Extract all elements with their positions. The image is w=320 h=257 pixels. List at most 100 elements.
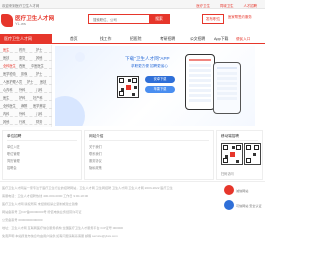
search-input[interactable]: [93, 16, 153, 23]
category-menu-button[interactable]: 医疗卫生人才网: [0, 34, 52, 44]
sidebar-link[interactable]: 行政: [19, 119, 25, 124]
logo-url: YL.ws: [15, 21, 26, 26]
sidebar-link[interactable]: 儿科: [36, 111, 42, 116]
search-button[interactable]: 搜索: [149, 15, 169, 24]
sidebar-link[interactable]: 西医: [19, 63, 25, 68]
sidebar-link[interactable]: 医学检验: [3, 71, 16, 76]
sidebar-row: 全科医生 麻醉 医学美容: [0, 101, 52, 109]
section-link[interactable]: 单位入驻: [7, 144, 20, 149]
top-link-3[interactable]: 人才招聘: [243, 4, 257, 8]
sidebar-link[interactable]: 全科医生: [3, 63, 16, 68]
sidebar-link[interactable]: 外科: [19, 111, 25, 116]
header-link[interactable]: 医家帮签约服务: [228, 15, 262, 19]
trust-badge-icon[interactable]: [224, 185, 234, 195]
mobile-qr-code-2: [244, 143, 261, 165]
sidebar-link[interactable]: 外科: [19, 87, 25, 92]
decor-circle: [75, 52, 85, 62]
sidebar-link[interactable]: 内科: [3, 111, 9, 116]
section-link[interactable]: 职位管理: [7, 151, 20, 156]
footer-line: 地址：卫生人才网 互联网医疗信息服务机构 全国医疗卫生人才服务平台 ICP证号 …: [2, 226, 124, 230]
sidebar-link[interactable]: 妇产科: [33, 95, 43, 100]
section-link[interactable]: 隐私政策: [89, 165, 102, 170]
mobile-section: 移动端招聘 扫码访问: [216, 130, 263, 180]
nav-item-exam[interactable]: 考研招聘: [160, 34, 175, 44]
sidebar-link[interactable]: 护士: [27, 79, 33, 84]
post-job-button[interactable]: 发布职位: [202, 14, 224, 24]
sidebar-row: 心内科 外科 儿科: [0, 85, 52, 93]
app-download-banner[interactable]: 下载"卫生人才网"APP 求职更方便 招聘更省心 安卓下载 苹果下载: [55, 46, 255, 126]
section-link[interactable]: 简历管理: [7, 158, 20, 163]
sidebar-link[interactable]: 其他: [36, 55, 42, 60]
mobile-qr-code: [221, 143, 243, 165]
sidebar-row: 全科医生 西医 中医医生: [0, 61, 52, 69]
verified-badge-icon[interactable]: [224, 200, 234, 210]
phone-mockup-2: [213, 62, 241, 114]
sidebar-row: 人医护理人员 护士 医技: [0, 77, 52, 85]
sidebar-link[interactable]: 财务: [36, 119, 42, 124]
sidebar-link[interactable]: 康复: [19, 55, 25, 60]
app-qr-code: [117, 76, 139, 98]
section-link[interactable]: 联系我们: [89, 151, 102, 156]
sidebar-link[interactable]: 护士: [36, 71, 42, 76]
android-download-button[interactable]: 安卓下载: [145, 76, 175, 83]
top-link-1[interactable]: 医疗卫生: [196, 4, 210, 8]
footer-line: 医疗卫生人才网是一家专注于医疗卫生行业的招聘网站，卫生人才网 卫生网招聘 卫生人…: [2, 186, 173, 190]
nav-item-home[interactable]: 首页: [70, 34, 78, 44]
banner-title: 下载"卫生人才网"APP: [125, 56, 170, 61]
sidebar-row: 医学检验 影像 护士: [0, 69, 52, 77]
sidebar-link[interactable]: 儿科: [36, 87, 42, 92]
category-sidebar: 医生 药剂 护士 医技 康复 其他 全科医生 西医 中医医生 医学检验 影像 护…: [0, 45, 52, 127]
footer: 医疗卫生人才网是一家专注于医疗卫生行业的招聘网站，卫生人才网 卫生网招聘 卫生人…: [0, 182, 265, 257]
top-link-2[interactable]: 同城卫生: [220, 4, 234, 8]
section-link: 扫码访问: [221, 172, 234, 176]
section-title: 网站介绍: [89, 134, 104, 138]
sidebar-link[interactable]: 医技: [3, 55, 9, 60]
sidebar-link[interactable]: 麻醉: [21, 103, 27, 108]
footer-line: 网站备案号 卫ICP备00000000号 增值电信业务经营许可证: [2, 210, 82, 214]
section-link[interactable]: 关于我们: [89, 144, 102, 149]
phone-mockup: [185, 54, 215, 110]
sidebar-link[interactable]: 医学美容: [33, 103, 46, 108]
sidebar-link[interactable]: 其他: [3, 119, 9, 124]
sidebar-row: 内科 外科 儿科: [0, 109, 52, 117]
trust-badge-label: 诚信网站: [236, 189, 249, 193]
sidebar-link[interactable]: 中医医生: [31, 63, 44, 68]
footer-line: 公安备案号 00000000000000: [2, 218, 43, 222]
sidebar-link[interactable]: 医生: [3, 95, 9, 100]
sidebar-link[interactable]: 护士: [36, 47, 42, 52]
nav-region[interactable]: 便民入口: [236, 34, 250, 44]
nav-item-jobs[interactable]: 找工作: [100, 34, 111, 44]
sidebar-link[interactable]: 医生: [3, 47, 9, 52]
footer-line: 免责声明 本站所发布信息均由用户提供 如有问题请联系客服 邮箱 service@…: [2, 234, 118, 238]
footer-line: 医疗卫生人才网 版权所有 未经授权禁止复制或建立镜像: [2, 202, 78, 206]
sidebar-link[interactable]: 心内科: [3, 87, 13, 92]
top-links: 医疗卫生 同城卫生 人才招聘: [187, 3, 257, 8]
sidebar-link[interactable]: 全科医生: [3, 103, 16, 108]
sidebar-link[interactable]: 药剂: [19, 47, 25, 52]
nav-item-hospitals[interactable]: 招医院: [130, 34, 141, 44]
section-title: 移动端招聘: [221, 134, 239, 138]
verified-badge-label: 可信网站 安全认证: [236, 204, 262, 208]
sidebar-row: 医技 康复 其他: [0, 53, 52, 61]
about-section: 网站介绍 关于我们 联系我们 服务协议 隐私政策: [84, 130, 214, 180]
sidebar-row: 其他 行政 财务: [0, 117, 52, 125]
section-title: 单位招聘: [7, 134, 22, 138]
site-logo[interactable]: 医疗卫生人才网 YL.ws: [1, 13, 59, 29]
header: 医疗卫生人才网 YL.ws 搜索 发布职位 医家帮签约服务: [0, 9, 265, 34]
nav-item-app[interactable]: App下载: [214, 34, 228, 44]
footer-line: 客服电话：卫生人才招聘热线 400-000-0000 工作日 9:00-18:0…: [2, 194, 89, 198]
nav-item-public[interactable]: 公文招聘: [190, 34, 205, 44]
employer-section: 单位招聘 单位入驻 职位管理 简历管理 招聘会: [2, 130, 82, 180]
sidebar-link[interactable]: 医技: [40, 79, 46, 84]
sidebar-link[interactable]: 影像: [21, 71, 27, 76]
top-bar: 欢迎来到医疗卫生人才网 医疗卫生 同城卫生 人才招聘: [0, 0, 265, 9]
main-nav: 医疗卫生人才网 首页 找工作 招医院 考研招聘 公文招聘 App下载 便民入口: [0, 34, 265, 44]
section-link[interactable]: 招聘会: [7, 165, 17, 170]
search-box: 搜索: [88, 14, 170, 24]
ios-download-button[interactable]: 苹果下载: [145, 86, 175, 93]
sidebar-link[interactable]: 人医护理人员: [3, 79, 22, 84]
section-link[interactable]: 服务协议: [89, 158, 102, 163]
welcome-text: 欢迎来到医疗卫生人才网: [2, 3, 40, 8]
sidebar-link[interactable]: 护科: [19, 95, 25, 100]
sidebar-row: 医生 药剂 护士: [0, 45, 52, 53]
